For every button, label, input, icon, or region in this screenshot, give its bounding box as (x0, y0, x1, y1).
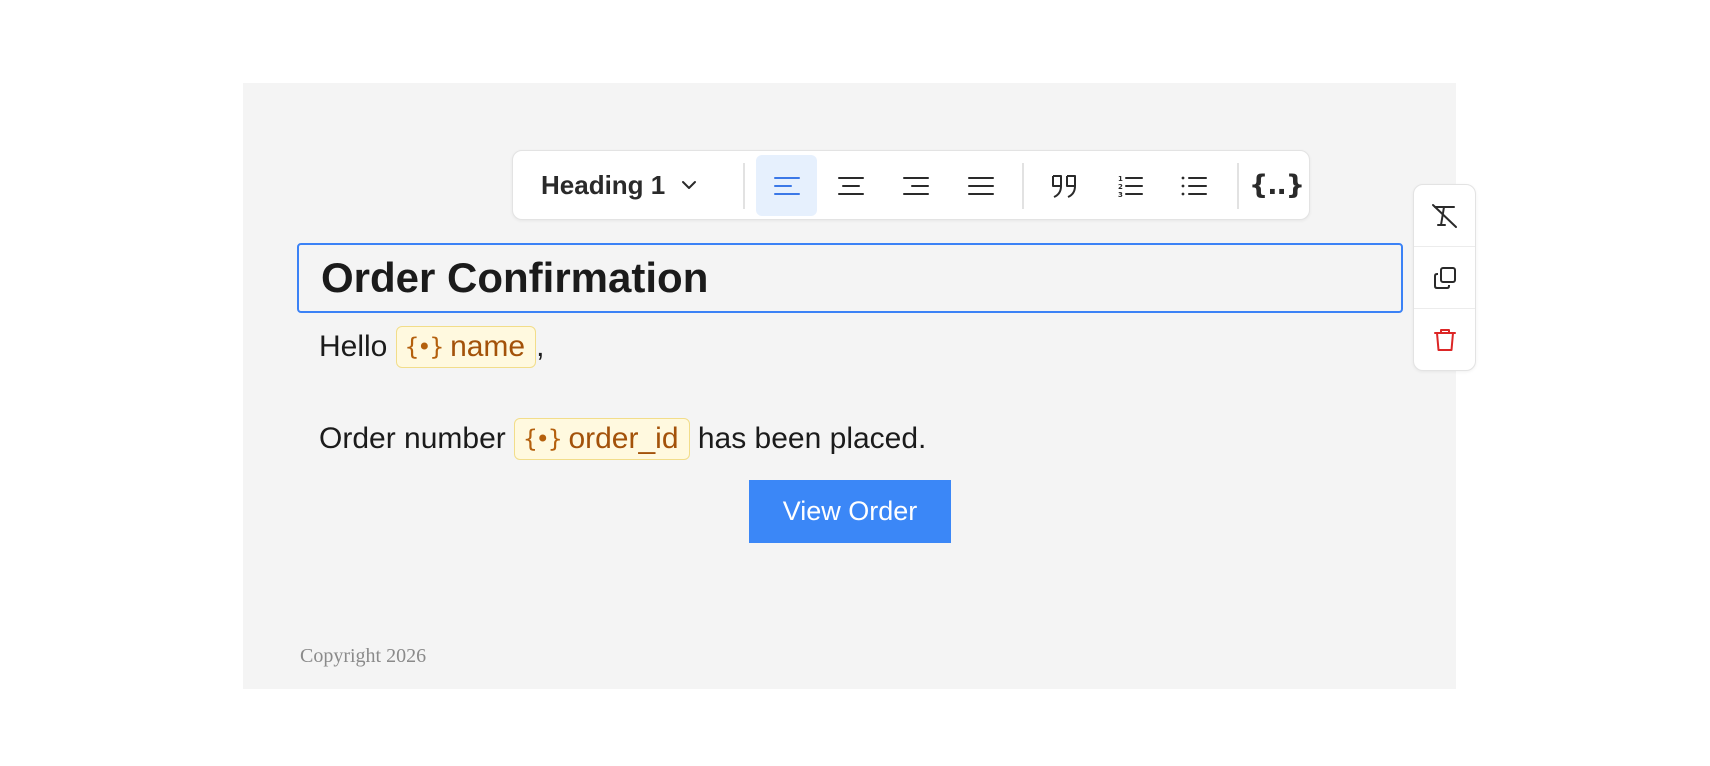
ordered-list-button[interactable]: 123 (1099, 155, 1160, 216)
align-justify-icon (967, 176, 994, 195)
align-justify-button[interactable] (950, 155, 1011, 216)
align-right-icon (902, 176, 929, 195)
variable-icon: {•} (404, 333, 444, 361)
duplicate-icon (1433, 266, 1456, 289)
duplicate-button[interactable] (1414, 247, 1475, 309)
page-title[interactable]: Order Confirmation (321, 245, 708, 311)
variable-name: name (450, 330, 526, 363)
greeting-suffix: , (536, 330, 545, 363)
clear-formatting-icon (1431, 203, 1457, 228)
align-center-icon (837, 176, 864, 195)
view-order-button[interactable]: View Order (749, 480, 951, 543)
variable-chip-name[interactable]: {•} name (395, 326, 537, 368)
variable-chip-order-id[interactable]: {•} order_id (514, 418, 690, 460)
quote-icon (1051, 174, 1076, 198)
svg-text:2: 2 (1118, 183, 1123, 191)
toolbar-divider (1237, 163, 1239, 209)
block-style-label: Heading 1 (541, 169, 666, 200)
align-left-icon (773, 176, 800, 195)
trash-icon (1433, 329, 1456, 351)
heading-block[interactable]: Order Confirmation (297, 243, 1403, 313)
svg-text:3: 3 (1118, 191, 1123, 198)
ordered-list-icon: 123 (1118, 175, 1143, 198)
align-right-button[interactable] (885, 155, 946, 216)
block-style-dropdown[interactable]: Heading 1 (541, 151, 697, 219)
clear-formatting-button[interactable] (1414, 185, 1475, 247)
order-paragraph[interactable]: Order number {•} order_id has been place… (319, 418, 926, 460)
insert-variable-button[interactable]: {..} (1246, 155, 1307, 216)
align-left-button[interactable] (756, 155, 817, 216)
svg-text:1: 1 (1118, 175, 1123, 183)
toolbar-divider (1022, 163, 1024, 209)
blockquote-button[interactable] (1034, 155, 1095, 216)
toolbar-divider (743, 163, 745, 209)
bullet-list-icon (1181, 176, 1207, 195)
variable-icon: {•} (523, 425, 562, 453)
block-actions-panel (1413, 184, 1476, 371)
greeting-paragraph[interactable]: Hello {•} name , (319, 326, 544, 368)
order-prefix: Order number (319, 422, 515, 455)
variable-icon: {..} (1249, 170, 1305, 201)
variable-name: order_id (568, 422, 679, 455)
order-suffix: has been placed. (689, 422, 927, 455)
greeting-prefix: Hello (319, 330, 396, 363)
chevron-down-icon (681, 180, 697, 190)
footer-copyright[interactable]: Copyright 2026 (300, 645, 426, 668)
align-center-button[interactable] (820, 155, 881, 216)
delete-button[interactable] (1414, 309, 1475, 370)
bullet-list-button[interactable] (1163, 155, 1224, 216)
formatting-toolbar: Heading 1 1 2 3 {..} (512, 150, 1310, 220)
